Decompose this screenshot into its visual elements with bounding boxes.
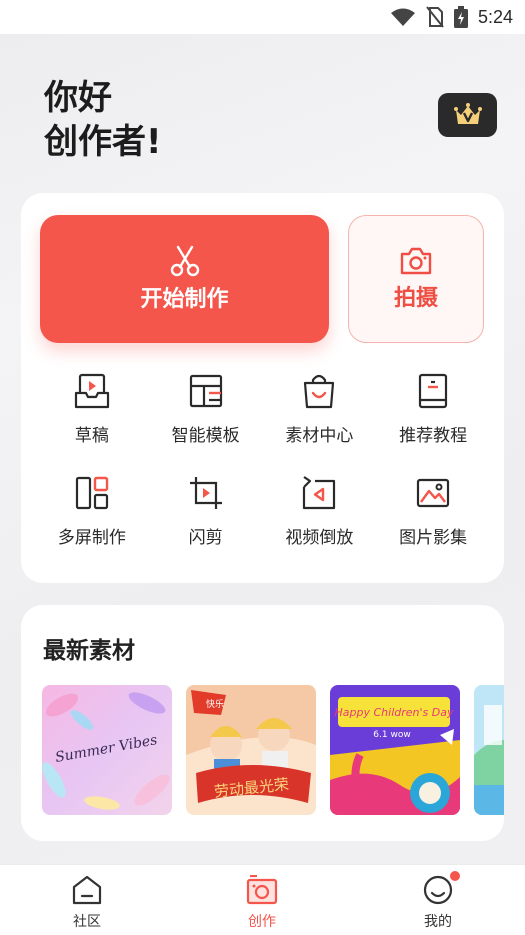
materials-carousel[interactable]: Summer Vibes 快乐 劳动最光荣 Happy Children's D… [42,685,504,815]
tool-label: 视频倒放 [285,528,354,548]
tool-label: 多屏制作 [57,528,126,548]
crown-v-icon [453,103,482,124]
reverse-play-icon [303,476,336,510]
start-creating-label: 开始制作 [140,287,229,312]
tool-smart-template[interactable]: 智能模板 [149,371,263,449]
material-thumb[interactable] [474,685,504,815]
tool-drafts[interactable]: 草稿 [35,371,149,449]
tool-label: 素材中心 [285,426,354,446]
material-thumb[interactable]: Happy Children's Day 6.1 wow [330,685,460,815]
tool-flash-cut[interactable]: 闪剪 [149,473,263,551]
tab-label: 社区 [73,914,101,930]
material-thumb[interactable]: Summer Vibes [42,685,172,815]
tool-grid: 草稿 智能模板 素材中心 推荐教程 多屏制作 闪剪 视频倒放 图片影集 [35,371,490,551]
camera-icon [400,247,432,275]
tool-tutorials[interactable]: 推荐教程 [376,371,490,449]
shoot-label: 拍摄 [393,286,438,311]
childrens-day-text: Happy Children's Day [335,706,454,719]
section-title: 最新素材 [43,638,135,664]
summer-vibes-image: Summer Vibes [42,685,172,815]
tool-label: 推荐教程 [399,426,468,446]
tab-community[interactable]: 社区 [37,875,137,933]
crop-play-icon [189,477,222,509]
notification-dot [450,871,460,881]
greeting-line2: 创作者! [44,122,162,162]
greeting: 你好 创作者! [44,76,162,164]
labor-day-image: 快乐 劳动最光荣 [186,685,316,815]
tool-material-center[interactable]: 素材中心 [263,371,377,449]
no-sim-icon [426,6,444,28]
tab-label: 创作 [248,914,276,930]
battery-charging-icon [453,6,468,28]
drafts-icon [74,373,109,409]
book-icon [419,373,448,409]
material-thumb[interactable]: 快乐 劳动最光荣 [186,685,316,815]
template-icon [189,374,222,408]
scissors-icon [170,245,199,277]
tool-label: 智能模板 [171,426,240,446]
tab-label: 我的 [424,914,452,930]
tool-label: 草稿 [74,426,109,446]
profile-smile-icon [423,875,453,905]
greeting-line1: 你好 [44,78,112,118]
landscape-image [474,685,504,815]
vip-button[interactable] [438,93,497,137]
creation-card: 开始制作 拍摄 草稿 智能模板 素材中心 推荐教程 多屏制作 闪剪 视频倒放 图… [21,193,504,583]
tool-multi-screen[interactable]: 多屏制作 [35,473,149,551]
image-album-icon [417,478,450,508]
childrens-day-image: Happy Children's Day 6.1 wow [330,685,460,815]
shoot-button[interactable]: 拍摄 [348,215,484,343]
tab-me[interactable]: 我的 [388,875,488,933]
shopping-bag-icon [304,374,335,409]
wow-text: 6.1 wow [373,730,410,740]
tab-create[interactable]: 创作 [212,875,312,933]
wifi-icon [390,8,415,26]
latest-materials-card: 最新素材 Summer Vibes 快乐 劳动最光荣 Happy Childre… [21,605,504,841]
tool-photo-album[interactable]: 图片影集 [376,473,490,551]
community-home-icon [72,875,102,905]
multi-screen-icon [75,476,109,510]
status-time: 5:24 [477,6,513,27]
status-bar: 5:24 [0,0,525,34]
start-creating-button[interactable]: 开始制作 [40,215,329,343]
bottom-tab-bar: 社区 创作 我的 [0,864,525,935]
tool-label: 闪剪 [188,528,223,548]
tool-label: 图片影集 [399,528,468,548]
badge-text: 快乐 [206,698,224,710]
status-icons: 5:24 [390,5,513,29]
tool-video-reverse[interactable]: 视频倒放 [263,473,377,551]
create-camera-icon [246,875,278,905]
